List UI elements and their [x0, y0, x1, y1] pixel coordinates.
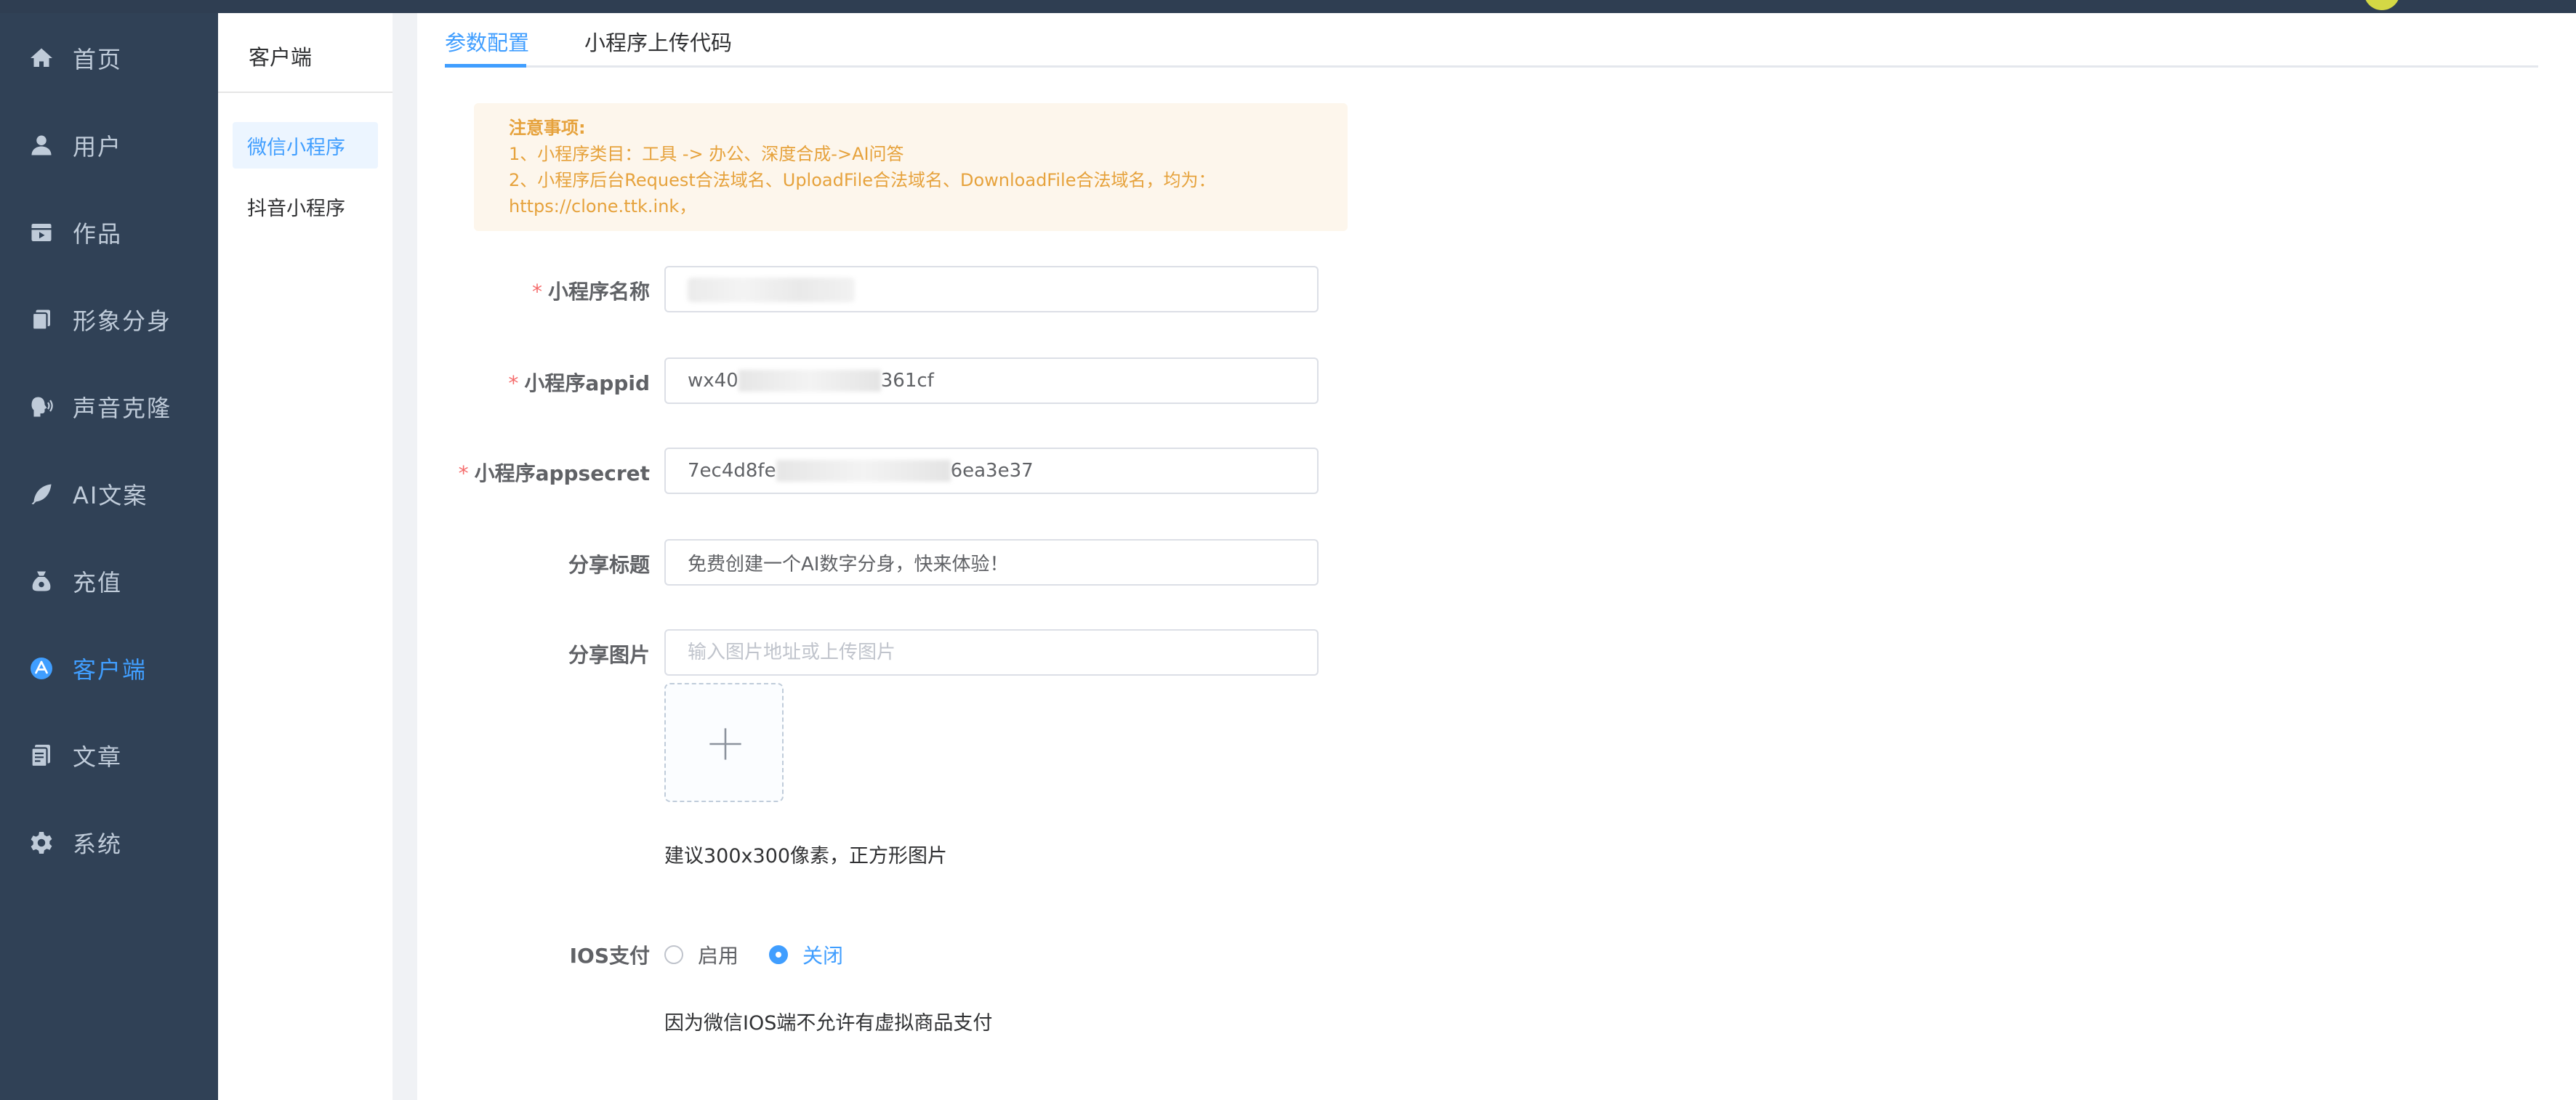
home-icon [28, 44, 55, 72]
ios-pay-hint: 因为微信IOS端不允许有虚拟商品支付 [664, 1012, 993, 1035]
plus-icon [709, 728, 741, 760]
subnav-title: 客户端 [249, 45, 313, 70]
sidebar-item-label: 充值 [73, 569, 123, 596]
sidebar: 首页 用户 作品 形象分身 声音克隆 AI文案 充值 客户端 文章 系统 [0, 13, 218, 1100]
main-content: 参数配置 小程序上传代码 注意事项: 1、小程序类目：工具 -> 办公、深度合成… [417, 13, 2576, 1100]
sidebar-item-ai-copywriting[interactable]: AI文案 [0, 465, 218, 523]
ios-pay-label: IOS支付 [569, 944, 650, 968]
gear-icon [28, 829, 55, 857]
appsecret-prefix: 7ec4d8fe [688, 460, 776, 482]
sidebar-item-system[interactable]: 系统 [0, 814, 218, 872]
appid-label: * 小程序appid [508, 371, 650, 395]
copy-icon [28, 306, 55, 333]
video-icon [28, 219, 55, 246]
appid-input[interactable]: wx40 361cf [664, 357, 1319, 404]
notice-title: 注意事项: [509, 118, 586, 138]
voice-icon [28, 393, 55, 421]
notice-line: 1、小程序类目：工具 -> 办公、深度合成->AI问答 [509, 144, 904, 164]
sidebar-item-users[interactable]: 用户 [0, 116, 218, 174]
sidebar-item-works[interactable]: 作品 [0, 203, 218, 262]
appid-prefix: wx40 [688, 370, 738, 392]
ios-pay-disable-radio[interactable]: 关闭 [769, 940, 843, 969]
client-subnav: 客户端 微信小程序 抖音小程序 [218, 13, 393, 1100]
notice-alert: 注意事项: 1、小程序类目：工具 -> 办公、深度合成->AI问答 2、小程序后… [474, 103, 1348, 231]
radio-circle [769, 945, 788, 964]
top-header-bar [0, 0, 2576, 13]
redacted-value [688, 278, 855, 302]
subnav-item-wechat-miniprogram[interactable]: 微信小程序 [233, 122, 378, 169]
active-tab-indicator [445, 64, 526, 68]
sidebar-item-recharge[interactable]: 充值 [0, 552, 218, 610]
feather-icon [28, 480, 55, 508]
share-title-input[interactable] [664, 539, 1319, 586]
tabs-divider [445, 65, 2538, 68]
sidebar-item-articles[interactable]: 文章 [0, 727, 218, 785]
sidebar-item-label: 声音克隆 [73, 395, 172, 422]
notice-line: 2、小程序后台Request合法域名、UploadFile合法域名、Downlo… [509, 170, 1216, 190]
appsecret-label: * 小程序appsecret [458, 461, 650, 485]
user-icon [28, 132, 55, 159]
image-upload-button[interactable] [664, 683, 784, 802]
notice-line: https://clone.ttk.ink， [509, 196, 697, 217]
appid-suffix: 361cf [880, 370, 934, 392]
divider [218, 92, 393, 93]
appsecret-input[interactable]: 7ec4d8fe 6ea3e37 [664, 448, 1319, 494]
redacted-value [776, 460, 951, 482]
tab-params-config[interactable]: 参数配置 [445, 26, 529, 57]
sidebar-item-label: AI文案 [73, 482, 148, 509]
share-image-label: 分享图片 [568, 643, 650, 667]
radio-label: 启用 [698, 944, 739, 968]
radio-label: 关闭 [802, 944, 844, 968]
sidebar-item-client[interactable]: 客户端 [0, 639, 218, 697]
sidebar-item-avatar-clone[interactable]: 形象分身 [0, 291, 218, 349]
sidebar-item-label: 用户 [73, 133, 123, 161]
appsecret-suffix: 6ea3e37 [950, 460, 1034, 482]
share-title-label: 分享标题 [568, 553, 650, 577]
subnav-item-douyin-miniprogram[interactable]: 抖音小程序 [233, 183, 378, 230]
sidebar-item-voice-clone[interactable]: 声音克隆 [0, 378, 218, 436]
sidebar-item-label: 文章 [73, 743, 123, 771]
money-bag-icon [28, 567, 55, 595]
share-image-url-input[interactable] [664, 629, 1319, 676]
miniprogram-name-label: * 小程序名称 [531, 280, 650, 304]
document-icon [28, 742, 55, 769]
sidebar-item-label: 客户端 [73, 656, 148, 684]
sidebar-item-label: 系统 [73, 830, 123, 858]
sidebar-item-home[interactable]: 首页 [0, 29, 218, 87]
ios-pay-enable-radio[interactable]: 启用 [664, 940, 738, 969]
share-image-hint: 建议300x300像素，正方形图片 [664, 845, 948, 868]
app-store-icon [28, 655, 55, 682]
radio-circle [664, 945, 683, 964]
avatar[interactable] [2364, 0, 2400, 10]
sidebar-item-label: 首页 [73, 46, 123, 73]
sidebar-item-label: 形象分身 [73, 307, 172, 335]
sidebar-item-label: 作品 [73, 220, 123, 248]
tab-upload-code[interactable]: 小程序上传代码 [584, 26, 732, 57]
redacted-value [738, 370, 881, 392]
